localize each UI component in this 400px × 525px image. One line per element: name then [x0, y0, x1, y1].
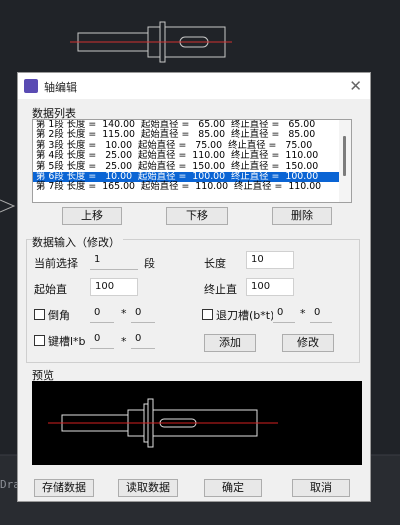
undercut-times: * [300, 307, 306, 320]
undercut-label: 退刀槽(b*t) [216, 309, 275, 322]
current-selection-field[interactable]: 1 [90, 252, 138, 270]
shaft-edit-dialog: 轴编辑 ✕ 数据列表 第 1段 长度 = 140.00 起始直径 = 65.00… [17, 72, 371, 502]
scrollbar-thumb[interactable] [343, 136, 346, 176]
ok-button[interactable]: 确定 [204, 479, 262, 497]
segment-unit-label: 段 [144, 257, 155, 270]
chamfer-label: 倒角 [48, 309, 70, 322]
shaft-preview-drawing [48, 398, 278, 448]
undercut-checkbox[interactable] [202, 309, 213, 320]
keyway-b-field[interactable]: 0 [131, 331, 155, 349]
dialog-title: 轴编辑 [44, 81, 77, 94]
keyway-checkbox[interactable] [34, 335, 45, 346]
keyway-label: 键槽l*b [48, 335, 86, 348]
chamfer-a-field[interactable]: 0 [90, 305, 114, 323]
end-diameter-field[interactable]: 100 [246, 278, 294, 296]
list-item[interactable]: 第 7段 长度 = 165.00 起始直径 = 110.00 终止直径 = 11… [33, 181, 351, 192]
current-selection-label: 当前选择 [34, 257, 78, 270]
chamfer-checkbox[interactable] [34, 309, 45, 320]
keyway-a-field[interactable]: 0 [90, 331, 114, 349]
length-field[interactable]: 10 [246, 251, 294, 269]
move-down-button[interactable]: 下移 [166, 207, 228, 225]
undercut-a-field[interactable]: 0 [273, 305, 295, 323]
undercut-b-field[interactable]: 0 [310, 305, 332, 323]
length-label: 长度 [204, 257, 226, 270]
dialog-titlebar: 轴编辑 ✕ [18, 73, 370, 99]
move-up-button[interactable]: 上移 [62, 207, 122, 225]
start-diameter-label: 起始直 [34, 283, 67, 296]
start-diameter-field[interactable]: 100 [90, 278, 138, 296]
app-icon [24, 79, 38, 93]
load-data-button[interactable]: 读取数据 [118, 479, 178, 497]
chamfer-times: * [121, 307, 127, 320]
keyway-times: * [121, 335, 127, 348]
delete-button[interactable]: 删除 [272, 207, 332, 225]
add-button[interactable]: 添加 [204, 334, 256, 352]
list-item[interactable]: 第 4段 长度 = 25.00 起始直径 = 110.00 终止直径 = 110… [33, 150, 351, 161]
chamfer-b-field[interactable]: 0 [131, 305, 155, 323]
cancel-button[interactable]: 取消 [292, 479, 350, 497]
close-icon[interactable]: ✕ [349, 77, 362, 95]
list-scrollbar[interactable] [339, 120, 351, 202]
data-input-label: 数据输入（修改） [32, 234, 123, 250]
preview-canvas [32, 381, 362, 465]
end-diameter-label: 终止直 [204, 283, 237, 296]
save-data-button[interactable]: 存储数据 [34, 479, 94, 497]
segment-list[interactable]: 第 1段 长度 = 140.00 起始直径 = 65.00 终止直径 = 65.… [32, 119, 352, 203]
modify-button[interactable]: 修改 [282, 334, 334, 352]
